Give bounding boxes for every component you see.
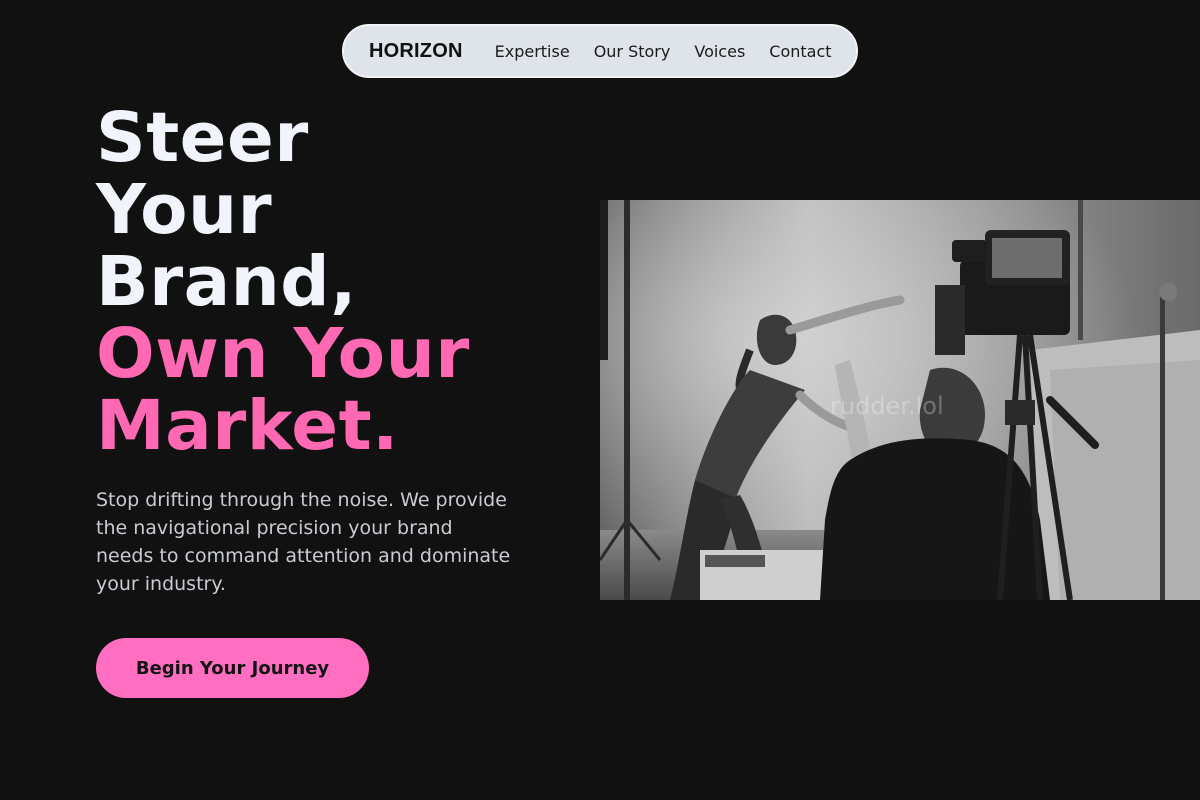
headline-accent-line-1: Own Your [96, 314, 470, 394]
nav-links: Expertise Our Story Voices Contact [495, 42, 832, 61]
headline-line-2: Your [96, 170, 273, 250]
begin-journey-button[interactable]: Begin Your Journey [96, 638, 369, 698]
headline-accent-line-2: Market. [96, 386, 399, 466]
nav-link-voices[interactable]: Voices [694, 42, 745, 61]
nav-link-contact[interactable]: Contact [769, 42, 831, 61]
top-navigation: HORIZON Expertise Our Story Voices Conta… [342, 24, 858, 78]
hero-photo: rudder.lol [600, 200, 1200, 600]
nav-link-expertise[interactable]: Expertise [495, 42, 570, 61]
nav-link-our-story[interactable]: Our Story [594, 42, 671, 61]
landing-page: HORIZON Expertise Our Story Voices Conta… [0, 0, 1200, 800]
hero-headline: Steer Your Brand, Own Your Market. [96, 102, 470, 462]
brand-logo[interactable]: HORIZON [369, 40, 463, 63]
hero-subtext: Stop drifting through the noise. We prov… [96, 489, 511, 595]
headline-line-3: Brand, [96, 242, 357, 322]
image-watermark: rudder.lol [830, 392, 944, 420]
headline-line-1: Steer [96, 98, 309, 178]
